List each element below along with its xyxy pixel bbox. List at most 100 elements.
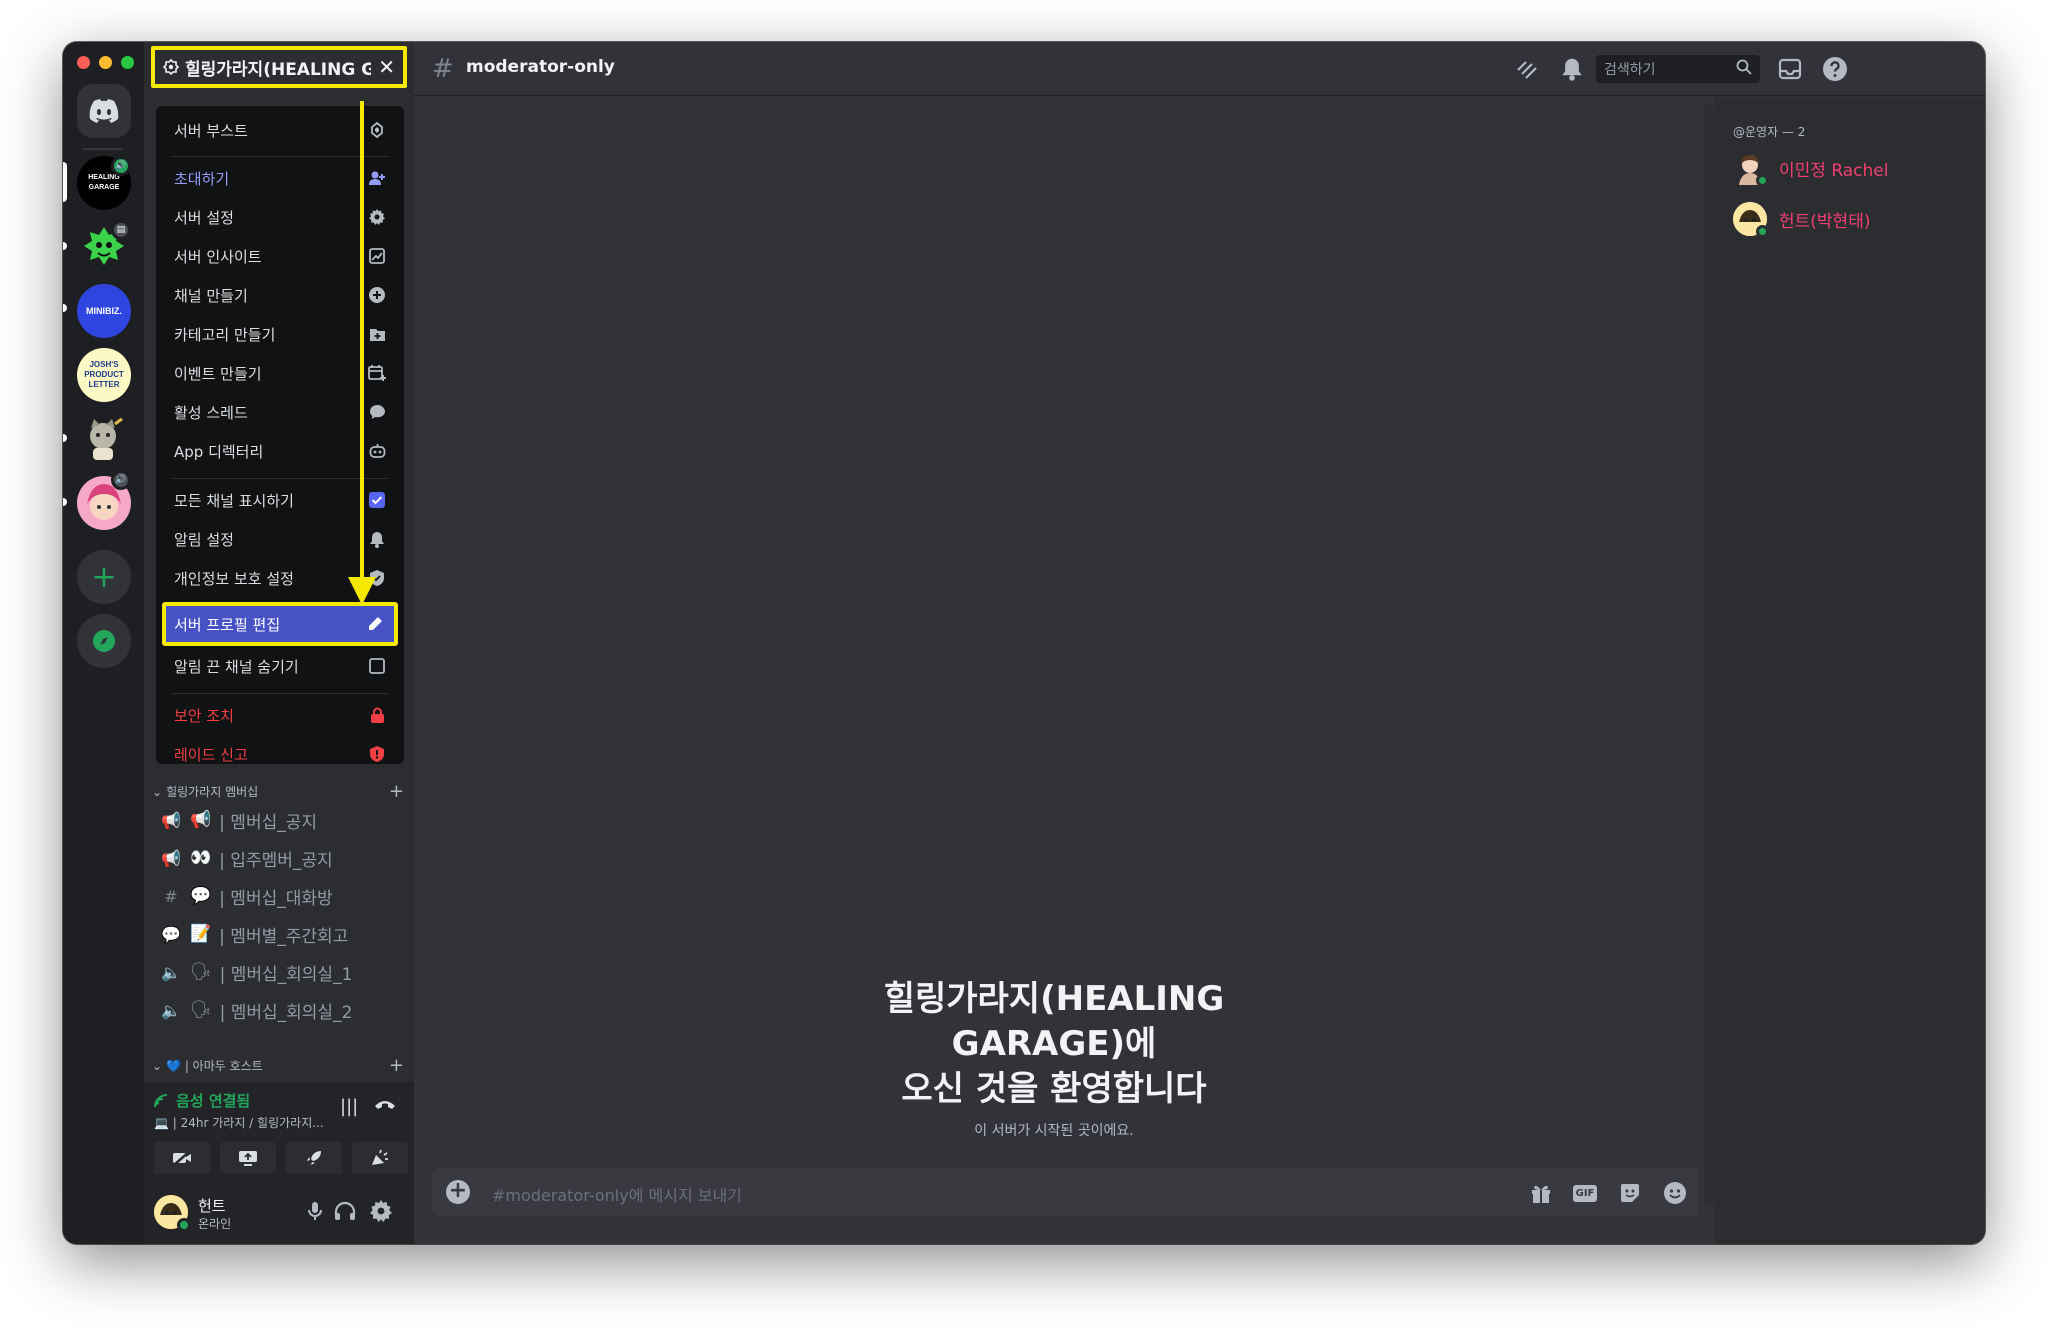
active-server-pill bbox=[63, 162, 67, 202]
menu-item-edit-server-profile[interactable]: 서버 프로필 편집 bbox=[162, 602, 398, 646]
shield-alert-icon bbox=[368, 745, 386, 763]
discord-window: HEALING GARAGE 🔊 ▤ MINIBIZ. JOSH'S PRODU… bbox=[63, 42, 1985, 1244]
avatar[interactable] bbox=[154, 1195, 191, 1232]
close-window-button[interactable] bbox=[77, 56, 90, 69]
chat-scrollbar[interactable] bbox=[1704, 104, 1714, 1204]
sticker-icon[interactable] bbox=[1617, 1180, 1643, 1206]
menu-item-report-raid[interactable]: 레이드 신고 bbox=[164, 736, 396, 772]
attach-plus-button[interactable]: + bbox=[446, 1180, 470, 1204]
member-item[interactable]: 헌트(박현태) bbox=[1733, 202, 1871, 238]
soundboard-button[interactable] bbox=[352, 1142, 408, 1174]
add-person-icon bbox=[368, 169, 386, 187]
gift-icon[interactable] bbox=[1528, 1180, 1554, 1206]
chevron-down-icon: ⌄ bbox=[152, 784, 163, 799]
online-status-dot bbox=[1756, 174, 1769, 187]
plus-circle-icon bbox=[368, 286, 386, 304]
add-channel-button[interactable]: + bbox=[389, 1055, 404, 1076]
boost-icon bbox=[368, 121, 386, 139]
robot-icon bbox=[368, 442, 386, 460]
headphones-icon[interactable] bbox=[334, 1201, 356, 1225]
close-menu-icon[interactable]: ✕ bbox=[378, 55, 395, 79]
speaker-icon: 🔊 bbox=[111, 156, 131, 176]
forum-icon: 💬 bbox=[161, 924, 181, 944]
announcement-icon: 📢 bbox=[161, 810, 181, 830]
mic-icon[interactable] bbox=[308, 1201, 322, 1225]
video-off-icon bbox=[173, 1150, 191, 1166]
screen-share-button[interactable] bbox=[220, 1142, 276, 1174]
rail-divider bbox=[83, 148, 123, 150]
folder-plus-icon bbox=[368, 325, 386, 343]
member-name: 이민정 Rachel bbox=[1779, 160, 1889, 181]
chevron-down-icon: ⌄ bbox=[152, 1058, 163, 1073]
zoom-window-button[interactable] bbox=[121, 56, 134, 69]
discord-logo-icon bbox=[89, 99, 119, 123]
welcome-subtitle: 이 서버가 시작된 곳이에요. bbox=[974, 1123, 1134, 1139]
voice-location[interactable]: 💻 | 24hr 가라지 / 힐링가라지... bbox=[154, 1114, 324, 1131]
welcome-message: 힐링가라지(HEALING GARAGE)에 오신 것을 환영합니다 이 서버가… bbox=[414, 977, 1694, 1140]
channel-title: moderator-only bbox=[466, 57, 615, 77]
channel-name: | 멤버십_공지 bbox=[219, 812, 318, 833]
server-minibiz[interactable]: MINIBIZ. bbox=[77, 284, 131, 338]
search-input[interactable]: 검색하기 bbox=[1596, 55, 1760, 83]
minimize-window-button[interactable] bbox=[99, 56, 112, 69]
user-settings-icon[interactable] bbox=[370, 1200, 392, 1226]
video-off-button[interactable] bbox=[154, 1142, 210, 1174]
home-button[interactable] bbox=[77, 84, 131, 138]
activities-button[interactable] bbox=[286, 1142, 342, 1174]
explore-servers-button[interactable] bbox=[77, 614, 131, 668]
server-header[interactable]: 힐링가라지(HEALING GARAGE) ✕ bbox=[151, 46, 407, 88]
screen-share-icon bbox=[239, 1151, 257, 1166]
bell-icon[interactable] bbox=[1559, 56, 1585, 82]
signal-icon bbox=[154, 1093, 168, 1107]
annotation-arrow-head bbox=[348, 577, 376, 605]
gif-button[interactable]: GIF bbox=[1572, 1180, 1598, 1206]
add-channel-button[interactable]: + bbox=[389, 781, 404, 802]
menu-item-hide-muted-channels[interactable]: 알림 끈 채널 숨기기 bbox=[164, 648, 396, 684]
channel-item[interactable]: 🔈 🗣 | 멤버십_회의실_1 bbox=[160, 956, 404, 988]
unread-pill bbox=[63, 498, 67, 506]
noise-suppression-icon[interactable]: ||| bbox=[340, 1096, 358, 1117]
channel-header: # moderator-only 검색하기 bbox=[414, 42, 1985, 96]
channel-item[interactable]: 💬 📝 | 멤버별_주간회고 bbox=[160, 918, 404, 950]
channel-name: | 멤버십_대화방 bbox=[219, 888, 333, 909]
server-gear-icon bbox=[163, 59, 179, 75]
server-joshs-product-letter[interactable]: JOSH'S PRODUCT LETTER bbox=[77, 348, 131, 402]
channel-emoji: 🗣 bbox=[190, 1000, 212, 1020]
voice-status[interactable]: 음성 연결됨 bbox=[154, 1090, 250, 1111]
channel-name: | 멤버십_회의실_2 bbox=[219, 1002, 353, 1023]
channel-name: | 입주멤버_공지 bbox=[219, 850, 333, 871]
pencil-icon bbox=[366, 615, 384, 633]
add-server-button[interactable]: + bbox=[77, 550, 131, 604]
checkbox-empty-icon[interactable] bbox=[368, 657, 386, 675]
channel-name: | 멤버십_회의실_1 bbox=[219, 964, 353, 985]
channel-sidebar: 힐링가라지(HEALING GARAGE) ✕ 서버 부스트 초대하기 서버 설… bbox=[144, 42, 414, 1244]
channel-item[interactable]: 📢 👀 | 입주멤버_공지 bbox=[160, 842, 404, 874]
member-item[interactable]: 이민정 Rachel bbox=[1733, 151, 1889, 187]
message-input[interactable]: #moderator-only에 메시지 보내기 bbox=[492, 1182, 742, 1206]
server-name: 힐링가라지(HEALING GARAGE) bbox=[185, 59, 371, 80]
channel-item[interactable]: 📢 📢 | 멤버십_공지 bbox=[160, 804, 404, 836]
unread-pill bbox=[63, 304, 67, 312]
category-amadu-host[interactable]: ⌄ 💙 | 아마두 호스트 + bbox=[152, 1055, 404, 1076]
menu-separator bbox=[172, 478, 388, 479]
help-icon[interactable] bbox=[1822, 56, 1848, 82]
channel-item[interactable]: 🔈 🗣 | 멤버십_회의실_2 bbox=[160, 994, 404, 1026]
server-dropdown-menu: 서버 부스트 초대하기 서버 설정 서버 인사이트 채널 만들기 카테고리 만들… bbox=[156, 106, 404, 764]
channel-emoji: 👀 bbox=[190, 848, 212, 868]
search-icon bbox=[1736, 59, 1752, 79]
checkbox-checked-icon[interactable] bbox=[368, 491, 386, 509]
server-cartoon-cat[interactable] bbox=[77, 412, 131, 466]
disconnect-icon[interactable] bbox=[374, 1096, 396, 1115]
emoji-icon[interactable] bbox=[1662, 1180, 1688, 1206]
user-status: 온라인 bbox=[198, 1217, 232, 1231]
unread-pill bbox=[63, 434, 67, 442]
category-membership[interactable]: ⌄ 힐링가라지 멤버십 + bbox=[152, 781, 404, 802]
member-name: 헌트(박현태) bbox=[1779, 211, 1871, 232]
channel-emoji: 🗣 bbox=[190, 962, 212, 982]
inbox-icon[interactable] bbox=[1777, 56, 1803, 82]
message-composer[interactable]: + #moderator-only에 메시지 보내기 GIF bbox=[432, 1168, 1698, 1216]
channel-item[interactable]: # 💬 | 멤버십_대화방 bbox=[160, 880, 404, 912]
threads-icon[interactable] bbox=[1514, 56, 1540, 82]
menu-item-security-actions[interactable]: 보안 조치 bbox=[164, 697, 396, 733]
online-status-dot bbox=[177, 1218, 191, 1232]
